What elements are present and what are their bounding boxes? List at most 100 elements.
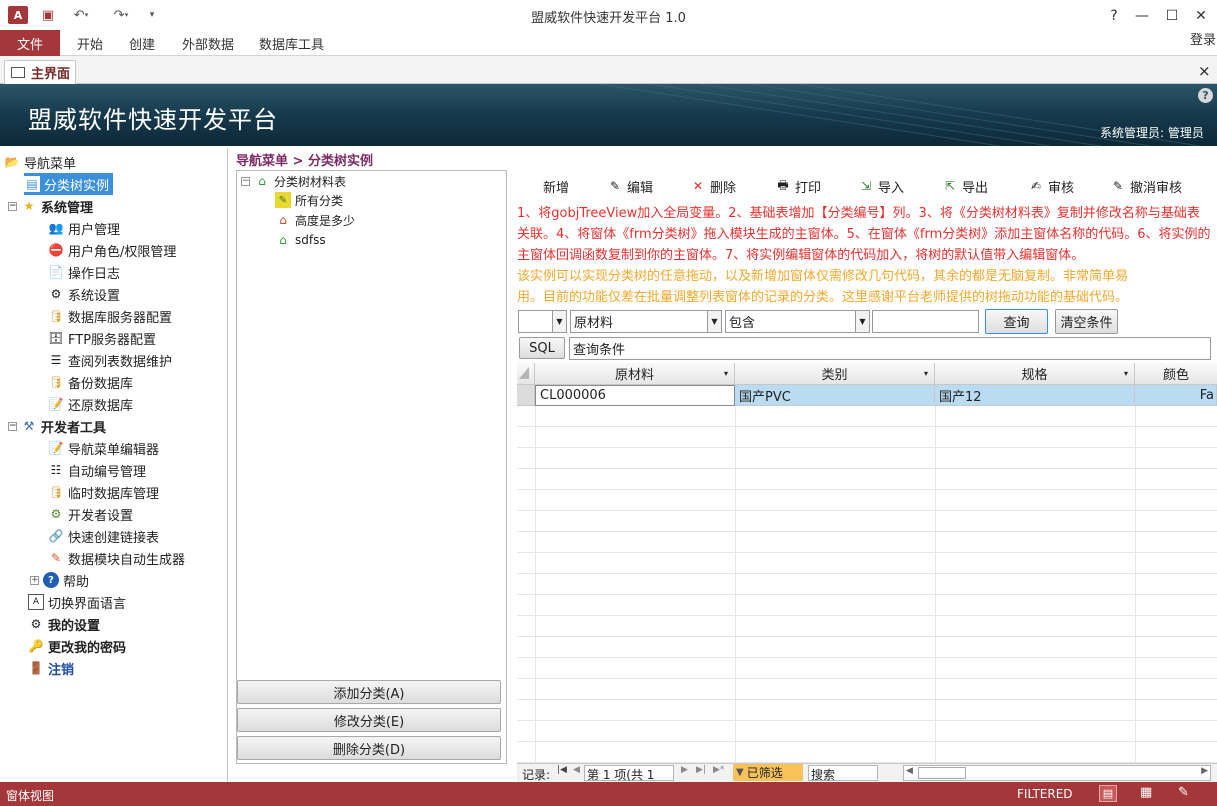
nav-item-ftp-server[interactable]: 🗄 FTP服务器配置 — [48, 327, 156, 349]
nav-item-link-tables[interactable]: 🔗 快速创建链接表 — [48, 525, 160, 547]
nav-item-backup-db[interactable]: 🛢 备份数据库 — [48, 371, 133, 393]
tree-root[interactable]: − ⌂ 分类树材料表 — [241, 171, 346, 191]
tab-home[interactable]: 开始 — [77, 30, 103, 56]
nav-item-change-password[interactable]: 🔑 更改我的密码 — [28, 635, 127, 657]
tab-external-data[interactable]: 外部数据 — [182, 30, 234, 56]
form-view-icon[interactable]: ▤ — [1099, 785, 1117, 802]
add-category-button[interactable]: 添加分类(A) — [237, 680, 501, 704]
field-select[interactable]: 原材料 ▼ — [570, 310, 722, 333]
sort-dropdown-icon[interactable]: ▾ — [1124, 369, 1128, 378]
maximize-button[interactable]: ☐ — [1158, 6, 1186, 26]
search-input[interactable]: 搜索 — [808, 765, 878, 782]
first-record-icon[interactable]: |◀ — [557, 765, 567, 775]
chevron-down-icon[interactable]: ▼ — [707, 311, 721, 332]
clear-conditions-button[interactable]: 清空条件 — [1055, 309, 1118, 334]
prev-record-icon[interactable]: ◀ — [573, 765, 580, 775]
filter-toggle[interactable]: ▼ 已筛选 — [733, 764, 803, 781]
nav-item-db-server[interactable]: 🛢 数据库服务器配置 — [48, 305, 172, 327]
tree-node[interactable]: ⌂ 高度是多少 — [275, 210, 355, 230]
grid-select-all[interactable] — [517, 363, 535, 385]
tree-node[interactable]: ✎ 所有分类 — [275, 190, 343, 210]
collapse-icon[interactable]: − — [241, 176, 250, 186]
tab-file[interactable]: 文件 — [0, 30, 60, 56]
delete-category-button[interactable]: 删除分类(D) — [237, 736, 501, 760]
login-link[interactable]: 登录 — [1190, 28, 1216, 48]
column-header-material[interactable]: 原材料 ▾ — [535, 363, 735, 385]
expand-icon[interactable]: + — [30, 575, 39, 585]
query-value-input[interactable] — [872, 310, 979, 333]
tree-node[interactable]: ⌂ sdfss — [275, 230, 325, 250]
tab-database-tools[interactable]: 数据库工具 — [259, 30, 324, 56]
nav-item-logout[interactable]: 🚪 注销 — [28, 657, 75, 679]
close-document-icon[interactable]: × — [1198, 62, 1211, 80]
nav-item-module-generator[interactable]: ✎ 数据模块自动生成器 — [48, 547, 185, 569]
help-button[interactable]: ? — [1100, 6, 1128, 26]
collapse-icon[interactable]: − — [8, 421, 17, 431]
sort-dropdown-icon[interactable]: ▾ — [724, 369, 728, 378]
close-button[interactable]: ✕ — [1187, 6, 1215, 26]
nav-group-system[interactable]: − ★ 系统管理 — [8, 195, 93, 217]
edit-button-label: 编辑 — [627, 180, 654, 196]
scroll-right-icon[interactable]: ▶ — [1201, 766, 1208, 776]
revoke-approval-button[interactable]: ✎ 撤消审核 — [1110, 176, 1182, 196]
query-conditions-field[interactable]: 查询条件 — [569, 337, 1211, 360]
edit-button[interactable]: ✎ 编辑 — [607, 176, 653, 196]
new-button[interactable]: 新增 — [543, 176, 569, 196]
logic-select[interactable]: ▼ — [518, 310, 567, 333]
tab-create[interactable]: 创建 — [129, 30, 155, 56]
nav-item-user-management[interactable]: 👥 用户管理 — [48, 217, 121, 239]
delete-button[interactable]: ✕ 删除 — [690, 176, 736, 196]
breadcrumb: 导航菜单 > 分类树实例 — [236, 154, 373, 169]
horizontal-scrollbar[interactable]: ◀ ▶ — [903, 765, 1211, 781]
chevron-down-icon[interactable]: ▼ — [855, 311, 869, 332]
record-position[interactable]: 第 1 项(共 1 项) — [584, 765, 674, 799]
column-header-color[interactable]: 颜色 — [1135, 363, 1217, 385]
query-button[interactable]: 查询 — [985, 309, 1048, 334]
help-circle-icon: ? — [43, 572, 59, 588]
new-record-icon[interactable]: ▶* — [713, 765, 724, 775]
nav-group-developer[interactable]: − ⚒ 开发者工具 — [8, 415, 106, 437]
edit-category-button[interactable]: 修改分类(E) — [237, 708, 501, 732]
nav-item-my-settings[interactable]: ⚙ 我的设置 — [28, 613, 100, 635]
next-record-icon[interactable]: ▶ — [681, 765, 688, 775]
nav-root[interactable]: 📂 导航菜单 — [4, 151, 77, 173]
nav-item-lookup-lists[interactable]: ☰ 查阅列表数据维护 — [48, 349, 172, 371]
chevron-down-icon[interactable]: ▼ — [552, 311, 566, 332]
nav-item-tree-demo[interactable]: ▤ 分类树实例 — [24, 173, 114, 195]
column-header-spec[interactable]: 规格 ▾ — [935, 363, 1135, 385]
operator-select[interactable]: 包含 ▼ — [725, 310, 870, 333]
nav-item-temp-db[interactable]: 🛢 临时数据库管理 — [48, 481, 159, 503]
nav-item-language[interactable]: A 切换界面语言 — [28, 591, 126, 613]
sort-dropdown-icon[interactable]: ▾ — [924, 369, 928, 378]
design-view-icon[interactable]: ✎ — [1178, 785, 1189, 800]
print-button[interactable]: 🖶 打印 — [775, 176, 821, 196]
wand-icon: ✎ — [50, 551, 62, 565]
approve-button[interactable]: ✍ 审核 — [1028, 176, 1074, 196]
last-record-icon[interactable]: ▶| — [696, 765, 706, 775]
import-button[interactable]: ⇲ 导入 — [858, 176, 904, 196]
help-icon[interactable]: ? — [1198, 88, 1213, 103]
table-cell[interactable]: 国产12 — [935, 385, 1135, 406]
column-header-category[interactable]: 类别 ▾ — [735, 363, 935, 385]
row-selector[interactable] — [517, 385, 535, 406]
nav-item-dev-settings[interactable]: ⚙ 开发者设置 — [48, 503, 133, 525]
sql-button[interactable]: SQL — [519, 337, 565, 359]
nav-item-operation-log[interactable]: 📄 操作日志 — [48, 261, 121, 283]
table-cell[interactable]: Fa — [1135, 385, 1217, 406]
scroll-left-icon[interactable]: ◀ — [906, 766, 913, 776]
nav-item-help[interactable]: + ? 帮助 — [30, 569, 89, 591]
table-cell[interactable]: CL000006 — [535, 385, 735, 406]
nav-item-menu-editor[interactable]: 📝 导航菜单编辑器 — [48, 437, 160, 459]
record-navigator: 记录: |◀ ◀ 第 1 项(共 1 项) ▶ ▶| ▶* ▼ 已筛选 搜索 ◀… — [517, 763, 1217, 799]
datasheet-view-icon[interactable]: ▦ — [1140, 785, 1152, 800]
scroll-thumb[interactable] — [918, 767, 966, 779]
nav-item-auto-number[interactable]: ☷ 自动编号管理 — [48, 459, 146, 481]
nav-item-restore-db[interactable]: 📝 还原数据库 — [48, 393, 134, 415]
nav-item-roles[interactable]: ⛔ 用户角色/权限管理 — [48, 239, 177, 261]
minimize-button[interactable]: — — [1128, 6, 1156, 26]
collapse-icon[interactable]: − — [8, 201, 17, 211]
tab-main-form[interactable]: 主界面 — [4, 60, 76, 84]
export-button[interactable]: ⇱ 导出 — [942, 176, 988, 196]
table-cell[interactable]: 国产PVC — [735, 385, 935, 406]
nav-item-system-settings[interactable]: ⚙ 系统设置 — [48, 283, 120, 305]
